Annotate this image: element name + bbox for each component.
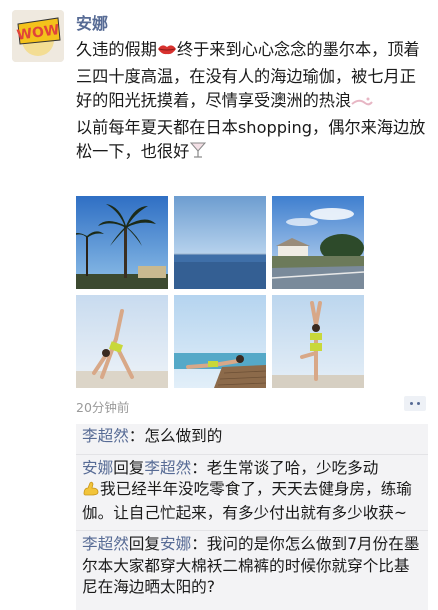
comment-author[interactable]: 李超然 [82,427,129,445]
reply-target[interactable]: 李超然 [144,459,191,477]
lips-emoji [157,40,177,65]
avatar[interactable]: WOW [12,10,64,62]
comment-item[interactable]: 李超然：怎么做到的 [76,424,428,450]
yoga-standing-photo[interactable] [272,295,364,388]
palm-trees-photo[interactable] [76,196,168,289]
post-text-part-3: 以前每年夏天都在日本shopping，偶尔来海边放松一下，也很好 [76,117,426,162]
post-text-part-1: 久违的假期 [76,40,157,59]
seascape-photo[interactable] [174,196,266,289]
author-name[interactable]: 安娜 [76,10,108,34]
reply-word: 回复 [113,458,145,477]
coastal-road-photo[interactable] [272,196,364,289]
post-time: 20分钟前 [76,400,130,415]
post-paragraph-2: 以前每年夏天都在日本shopping，偶尔来海边放松一下，也很好 [76,116,428,167]
yoga-pose-photo[interactable] [76,295,168,388]
comment-action-button[interactable] [404,396,426,411]
post-text: 久违的假期 终于来到心心念念的墨尔本，顶着三四十度高温，在没有人的海边瑜伽，被七月… [76,38,428,167]
reply-word: 回复 [128,535,160,553]
reply-target[interactable]: 安娜 [160,535,191,553]
comment-item[interactable]: 安娜回复李超然：老生常谈了哈，少吃多动 我已经半年没吃零食了，天天去健身房，练瑜… [76,453,428,527]
comments-section: 李超然：怎么做到的 安娜回复李超然：老生常谈了哈，少吃多动 我已经半年没吃零食了… [76,424,428,610]
photo-grid [76,196,376,388]
comment-author[interactable]: 安娜 [82,459,113,477]
comment-text-continued: 我已经半年没吃零食了，天天去健身房，练瑜伽。让自己忙起来，有多少付出就有多少收获… [82,480,412,522]
yoga-pier-photo[interactable] [174,295,266,388]
comment-item[interactable]: 李超然回复安娜：我问的是你怎么做到7月份在墨尔本大家都穿大棉袄二棉裤的时候你就穿… [76,530,428,601]
comment-text: ：怎么做到的 [128,427,223,445]
flexed-arm-emoji [82,480,100,503]
comment-text: ：老生常谈了哈，少吃多动 [191,458,379,477]
sparkle-emoji [351,91,373,116]
cocktail-emoji [189,141,207,167]
post-paragraph-1: 久违的假期 终于来到心心念念的墨尔本，顶着三四十度高温，在没有人的海边瑜伽，被七月… [76,38,428,116]
comment-author[interactable]: 李超然 [82,535,129,553]
